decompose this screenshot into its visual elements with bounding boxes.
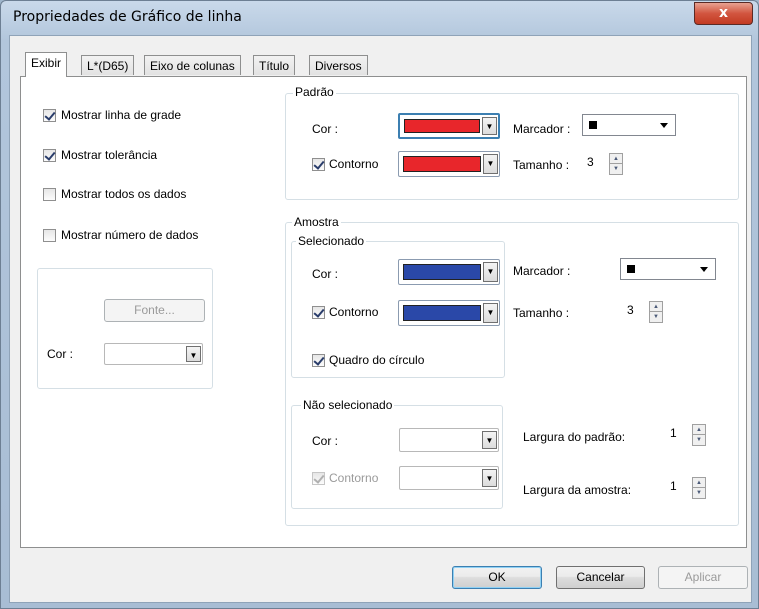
show-grid-checkbox[interactable]: [43, 109, 56, 122]
unselected-outline-checkbox[interactable]: [312, 472, 325, 485]
selected-outline-color-combo[interactable]: ▼: [398, 300, 500, 326]
padrao-outline-checkbox[interactable]: [312, 158, 325, 171]
chevron-down-icon: ▼: [482, 469, 497, 487]
padrao-size-spinner[interactable]: 3 ▲ ▼: [587, 153, 623, 175]
padrao-outline-swatch: [403, 156, 481, 172]
unselected-color-combo[interactable]: ▼: [399, 428, 499, 452]
selected-outline-checkbox[interactable]: [312, 306, 325, 319]
spin-down-icon[interactable]: ▼: [610, 164, 622, 174]
show-grid-label: Mostrar linha de grade: [61, 108, 182, 122]
selected-marker-combo[interactable]: [620, 258, 716, 280]
pattern-width-spinner[interactable]: 1 ▲ ▼: [670, 424, 706, 446]
pattern-width-value: 1: [670, 426, 677, 440]
selected-size-label: Tamanho :: [513, 306, 570, 320]
selected-size-spinner[interactable]: 3 ▲ ▼: [627, 301, 663, 323]
padrao-marker-combo[interactable]: [582, 114, 676, 136]
padrao-group: [285, 93, 739, 200]
unselected-outline-color-combo[interactable]: ▼: [399, 466, 499, 490]
padrao-color-label: Cor :: [312, 122, 339, 136]
show-tolerance-label: Mostrar tolerância: [61, 148, 158, 162]
spin-up-icon[interactable]: ▲: [693, 425, 705, 435]
padrao-legend: Padrão: [293, 85, 336, 99]
show-tolerance-checkbox[interactable]: [43, 149, 56, 162]
spin-up-icon[interactable]: ▲: [650, 302, 662, 312]
show-data-number-checkbox[interactable]: [43, 229, 56, 242]
chevron-down-icon: ▼: [483, 262, 498, 282]
sample-width-label: Largura da amostra:: [523, 483, 632, 497]
selected-marker-label: Marcador :: [513, 264, 571, 278]
amostra-legend: Amostra: [292, 215, 341, 229]
unselected-legend: Não selecionado: [301, 398, 395, 412]
close-button[interactable]: x: [694, 2, 753, 25]
pattern-width-label: Largura do padrão:: [523, 430, 626, 444]
chevron-down-icon: ▼: [186, 346, 201, 362]
padrao-size-label: Tamanho :: [513, 158, 570, 172]
sample-width-spinner[interactable]: 1 ▲ ▼: [670, 477, 706, 499]
chevron-down-icon: ▼: [482, 117, 497, 135]
font-color-combo[interactable]: ▼: [104, 343, 203, 365]
show-all-data-label: Mostrar todos os dados: [61, 187, 187, 201]
spin-down-icon[interactable]: ▼: [693, 488, 705, 498]
unselected-group: [291, 405, 503, 509]
tab-l-d65[interactable]: L*(D65): [81, 55, 135, 75]
square-marker-icon: [627, 265, 635, 273]
font-button[interactable]: Fonte...: [104, 299, 205, 322]
show-data-number-label: Mostrar número de dados: [61, 228, 199, 242]
circle-frame-checkbox[interactable]: [312, 354, 325, 367]
unselected-color-label: Cor :: [312, 434, 339, 448]
chevron-down-icon: ▼: [483, 154, 498, 174]
selected-legend: Selecionado: [296, 234, 367, 248]
padrao-size-value: 3: [587, 155, 594, 169]
cancel-button[interactable]: Cancelar: [556, 566, 645, 589]
sample-width-value: 1: [670, 479, 677, 493]
tab-eixo-de-colunas[interactable]: Eixo de colunas: [144, 55, 241, 75]
tab-exibir[interactable]: Exibir: [25, 52, 68, 77]
chevron-down-icon: [660, 123, 668, 128]
padrao-outline-label: Contorno: [329, 157, 379, 171]
selected-size-value: 3: [627, 303, 634, 317]
selected-color-swatch: [403, 264, 481, 280]
font-group: [37, 268, 213, 389]
circle-frame-label: Quadro do círculo: [329, 353, 425, 367]
spin-up-icon[interactable]: ▲: [610, 154, 622, 164]
font-color-label: Cor :: [47, 347, 74, 361]
tab-titulo[interactable]: Título: [253, 55, 296, 75]
title-bar[interactable]: Propriedades de Gráfico de linha x: [1, 1, 758, 35]
selected-color-label: Cor :: [312, 267, 339, 281]
spin-up-icon[interactable]: ▲: [693, 478, 705, 488]
padrao-marker-label: Marcador :: [513, 122, 571, 136]
ok-button[interactable]: OK: [452, 566, 542, 589]
padrao-outline-color-combo[interactable]: ▼: [398, 151, 500, 177]
spin-down-icon[interactable]: ▼: [650, 312, 662, 322]
padrao-color-combo[interactable]: ▼: [398, 113, 500, 139]
tab-diversos[interactable]: Diversos: [309, 55, 368, 75]
padrao-color-swatch: [404, 119, 480, 133]
chevron-down-icon: ▼: [483, 303, 498, 323]
selected-color-combo[interactable]: ▼: [398, 259, 500, 285]
window-title: Propriedades de Gráfico de linha: [13, 9, 242, 25]
apply-button[interactable]: Aplicar: [658, 566, 748, 589]
selected-outline-swatch: [403, 305, 481, 321]
selected-outline-label: Contorno: [329, 305, 379, 319]
show-all-data-checkbox[interactable]: [43, 188, 56, 201]
chevron-down-icon: [700, 267, 708, 272]
spin-down-icon[interactable]: ▼: [693, 435, 705, 445]
chevron-down-icon: ▼: [482, 431, 497, 449]
square-marker-icon: [589, 121, 597, 129]
unselected-outline-label: Contorno: [329, 471, 379, 485]
